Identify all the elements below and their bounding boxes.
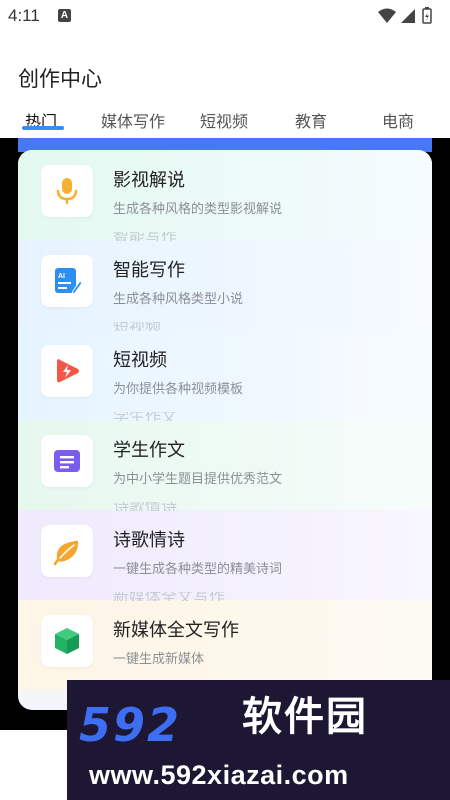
tab-short-video[interactable]: 短视频 <box>200 108 248 132</box>
card-subtitle: 生成各种风格的类型影视解说 <box>113 202 283 217</box>
ghost-label: 智能写作 <box>113 232 177 241</box>
card-title: 学生作文 <box>113 440 185 461</box>
ghost-label: 短视频 <box>113 322 161 331</box>
card-subtitle: 生成各种风格类型小说 <box>113 292 244 307</box>
watermark-name: 软件园 <box>242 694 368 740</box>
watermark-banner: 592 软件园 www.592xiazai.com <box>67 680 450 800</box>
list-item-short-video[interactable]: 短视频 短视频 为你提供各种视频模板 <box>18 322 432 420</box>
signal-icon <box>401 9 415 23</box>
ghost-label: 学生作文 <box>113 412 177 421</box>
card-title: 影视解说 <box>113 170 185 191</box>
tab-ecommerce[interactable]: 电商 <box>382 108 414 132</box>
status-time: 4:11 <box>8 6 40 25</box>
microphone-icon <box>56 178 78 204</box>
ai-write-icon: AI <box>55 268 83 295</box>
card-subtitle: 一键生成新媒体 <box>113 652 205 667</box>
ghost-label: 新媒体全文写作 <box>113 592 225 601</box>
battery-icon <box>422 7 432 24</box>
active-tab-indicator <box>22 126 64 130</box>
play-icon <box>57 359 79 383</box>
icon-container <box>41 615 93 667</box>
ghost-label: 诗歌情诗 <box>113 502 177 511</box>
cube-icon <box>55 628 79 654</box>
leaf-icon <box>53 540 79 566</box>
svg-text:AI: AI <box>58 273 65 280</box>
card-subtitle: 一键生成各种类型的精美诗词 <box>113 562 283 577</box>
icon-container <box>41 525 93 577</box>
status-icons <box>378 6 438 26</box>
list-item-new-media-writing[interactable]: 新媒体全文写作 新媒体全文写作 一键生成新媒体 <box>18 592 432 690</box>
watermark-logo: 592 <box>79 698 182 752</box>
card-title: 短视频 <box>113 350 167 371</box>
feature-list: 影视解说 生成各种风格的类型影视解说 智能写作 AI 智能写作 生成各种风格类型… <box>18 150 432 710</box>
list-item-student-essay[interactable]: 学生作文 学生作文 为中小学生题目提供优秀范文 <box>18 412 432 510</box>
tab-media-writing[interactable]: 媒体写作 <box>101 108 165 132</box>
document-icon <box>54 450 80 472</box>
card-subtitle: 为你提供各种视频模板 <box>113 382 244 397</box>
card-title: 新媒体全文写作 <box>113 620 239 641</box>
icon-container <box>41 345 93 397</box>
icon-container <box>41 165 93 217</box>
list-item-poetry[interactable]: 诗歌情诗 诗歌情诗 一键生成各种类型的精美诗词 <box>18 502 432 600</box>
watermark-number: 592 <box>79 698 182 752</box>
tab-education[interactable]: 教育 <box>295 108 327 132</box>
status-bar: 4:11 A <box>0 0 450 34</box>
page-title: 创作中心 <box>18 67 102 91</box>
card-title: 智能写作 <box>113 260 185 281</box>
card-title: 诗歌情诗 <box>113 530 185 551</box>
wifi-icon <box>378 8 396 23</box>
list-item-smart-writing[interactable]: 智能写作 AI 智能写作 生成各种风格类型小说 <box>18 232 432 330</box>
card-subtitle: 为中小学生题目提供优秀范文 <box>113 472 283 487</box>
icon-container <box>41 435 93 487</box>
watermark-url: www.592xiazai.com <box>89 760 349 790</box>
category-tabs: 热门 媒体写作 短视频 教育 电商 <box>0 108 450 138</box>
list-item-film-commentary[interactable]: 影视解说 生成各种风格的类型影视解说 <box>18 150 432 240</box>
notification-badge: A <box>58 9 71 22</box>
icon-container: AI <box>41 255 93 307</box>
